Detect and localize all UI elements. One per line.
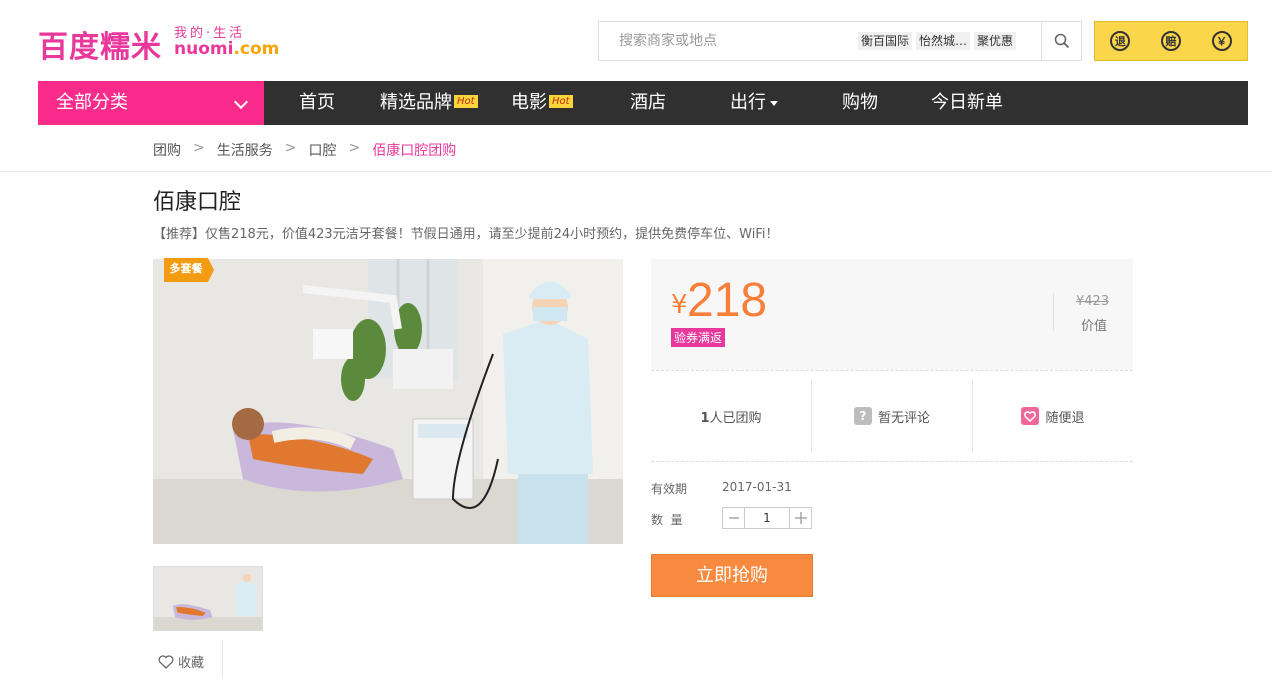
breadcrumb-item[interactable]: 团购 bbox=[153, 140, 181, 160]
divider bbox=[222, 640, 223, 678]
divider bbox=[1053, 293, 1054, 331]
sold-count-text: 1人已团购 bbox=[700, 407, 761, 426]
deal-stats: 1人已团购 ? 暂无评论 随便退 bbox=[651, 380, 1133, 452]
search-tag[interactable]: 聚优惠 bbox=[974, 32, 1017, 50]
dental-clinic-thumb bbox=[154, 567, 262, 630]
breadcrumb: 团购 > 生活服务 > 口腔 > 佰康口腔团购 bbox=[153, 140, 456, 160]
nav-label: 今日新单 bbox=[931, 92, 1003, 113]
logo[interactable]: 百度糯米 我的·生活 nuomi.com bbox=[38, 22, 279, 65]
hot-badge: Hot bbox=[549, 95, 573, 108]
compensate-icon[interactable]: 赔 bbox=[1160, 31, 1181, 51]
search-icon bbox=[1054, 33, 1069, 49]
hot-badge: Hot bbox=[454, 95, 478, 108]
sold-count: 1 bbox=[700, 410, 710, 426]
chevron-right-icon: > bbox=[193, 140, 205, 156]
main-nav: 全部分类 首页 精选品牌 Hot 电影 Hot 酒店 出行 购物 今日新单 bbox=[38, 81, 1248, 125]
original-price: ¥423 bbox=[1076, 294, 1110, 309]
nav-item-brands[interactable]: 精选品牌 Hot bbox=[380, 81, 478, 125]
validity-value: 2017-01-31 bbox=[722, 480, 792, 494]
search-tag[interactable]: 衡百国际 bbox=[858, 32, 913, 50]
heart-outline-icon bbox=[158, 654, 174, 669]
refund-stat: 随便退 bbox=[973, 380, 1133, 452]
chevron-right-icon: > bbox=[284, 140, 297, 156]
dashed-divider bbox=[651, 461, 1133, 462]
deal-title: 佰康口腔 bbox=[153, 190, 242, 215]
all-categories-label: 全部分类 bbox=[56, 92, 128, 113]
multi-package-badge: 多套餐 bbox=[164, 258, 214, 282]
dashed-divider bbox=[651, 370, 1133, 371]
dental-clinic-photo bbox=[153, 259, 623, 544]
question-icon: ? bbox=[853, 407, 872, 425]
coupon-tag: 验券满返 bbox=[671, 328, 726, 347]
nav-label: 电影 bbox=[511, 92, 547, 113]
validity-label: 有效期 bbox=[651, 482, 688, 496]
guarantee-bar: 退 赔 ￥ bbox=[1094, 21, 1248, 61]
nav-item-hotels[interactable]: 酒店 bbox=[630, 81, 666, 125]
reviews-stat[interactable]: ? 暂无评论 bbox=[812, 380, 972, 452]
deal-subtitle: 【推荐】仅售218元，价值423元洁牙套餐！节假日通用，请至少提前24小时预约，… bbox=[153, 227, 779, 242]
nav-item-travel[interactable]: 出行 bbox=[730, 81, 778, 125]
plus-icon bbox=[794, 512, 807, 524]
breadcrumb-item[interactable]: 生活服务 bbox=[217, 140, 273, 160]
nav-label: 购物 bbox=[842, 92, 878, 113]
search-tag[interactable]: 怡然城… bbox=[916, 32, 971, 50]
nav-label: 精选品牌 bbox=[380, 92, 452, 113]
breadcrumb-item[interactable]: 口腔 bbox=[308, 140, 336, 160]
quantity-label: 数 量 bbox=[651, 513, 683, 527]
logo-domain-right: .com bbox=[233, 39, 280, 59]
original-price-label: 价值 bbox=[1081, 319, 1108, 334]
sold-count-suffix: 人已团购 bbox=[709, 410, 762, 426]
nav-item-movies[interactable]: 电影 Hot bbox=[511, 81, 573, 125]
chevron-right-icon: > bbox=[348, 140, 361, 156]
money-icon[interactable]: ￥ bbox=[1211, 31, 1232, 51]
heart-icon bbox=[1021, 407, 1040, 425]
quantity-stepper bbox=[722, 507, 812, 529]
minus-icon bbox=[728, 517, 739, 519]
search-bar: 衡百国际 怡然城… 聚优惠 bbox=[598, 21, 1082, 61]
increase-button[interactable] bbox=[790, 508, 811, 528]
deal-main-photo bbox=[153, 259, 623, 544]
search-button[interactable] bbox=[1041, 22, 1081, 60]
nav-item-shopping[interactable]: 购物 bbox=[842, 81, 878, 125]
buy-now-button[interactable]: 立即抢购 bbox=[651, 554, 813, 597]
nav-label: 出行 bbox=[730, 92, 766, 113]
sold-count-stat: 1人已团购 bbox=[651, 380, 811, 452]
deal-price: 218 bbox=[687, 274, 768, 327]
quantity-input[interactable] bbox=[744, 508, 790, 528]
nav-item-home[interactable]: 首页 bbox=[299, 81, 335, 125]
reviews-label: 暂无评论 bbox=[877, 410, 930, 426]
currency-symbol: ¥ bbox=[671, 290, 688, 320]
all-categories-button[interactable]: 全部分类 bbox=[38, 81, 264, 125]
favorite-button[interactable]: 收藏 bbox=[158, 652, 204, 671]
logo-text: 百度糯米 bbox=[38, 30, 162, 65]
price-panel: ¥ 218 验券满返 ¥423 价值 bbox=[651, 259, 1133, 370]
divider bbox=[0, 171, 1272, 172]
chevron-down-icon bbox=[233, 94, 249, 110]
refund-icon[interactable]: 退 bbox=[1110, 31, 1131, 51]
favorite-label: 收藏 bbox=[178, 656, 205, 671]
photo-thumbnail[interactable] bbox=[153, 566, 263, 631]
decrease-button[interactable] bbox=[723, 508, 744, 528]
logo-domain-left: nuomi bbox=[174, 39, 234, 59]
logo-domain: nuomi.com bbox=[174, 39, 279, 59]
breadcrumb-current: 佰康口腔团购 bbox=[372, 143, 457, 159]
search-input[interactable] bbox=[599, 22, 839, 60]
refund-label: 随便退 bbox=[1045, 410, 1085, 426]
nav-label: 酒店 bbox=[630, 92, 666, 113]
nav-item-new-today[interactable]: 今日新单 bbox=[931, 81, 1003, 125]
caret-down-icon bbox=[770, 100, 778, 106]
search-hot-tags: 衡百国际 怡然城… 聚优惠 bbox=[858, 32, 1017, 50]
nav-label: 首页 bbox=[299, 92, 335, 113]
